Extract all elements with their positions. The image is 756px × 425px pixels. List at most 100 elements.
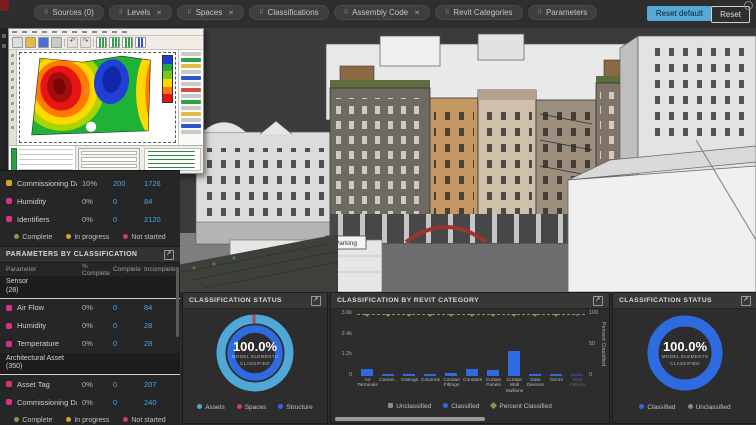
reset-button[interactable]: Reset: [711, 6, 750, 23]
folder-icon[interactable]: [25, 37, 36, 48]
contour-app-window[interactable]: ↶ ↷: [8, 28, 204, 174]
y2-tick: 0: [589, 372, 592, 378]
percent-marker: [469, 314, 475, 317]
classification-status-panel-left: CLASSIFICATION STATUS ↗ 100.0% MODEL ELE…: [182, 292, 328, 424]
popout-icon[interactable]: ↗: [311, 296, 321, 306]
report-console[interactable]: [144, 148, 201, 171]
bar-conduits[interactable]: [466, 369, 478, 376]
popout-icon[interactable]: ↗: [164, 250, 174, 260]
bar-duct-fittings[interactable]: [571, 374, 583, 376]
bar-data-devices[interactable]: [529, 374, 541, 376]
bar-curtain-panels[interactable]: [487, 370, 499, 376]
table-row[interactable]: Humidity0%084: [0, 192, 180, 210]
popout-icon[interactable]: ↗: [593, 296, 603, 306]
tab-label: Parameters: [546, 8, 587, 17]
object-item[interactable]: [181, 88, 201, 92]
undo-icon[interactable]: ↶: [67, 37, 78, 48]
vertical-scrollbar[interactable]: [176, 267, 179, 337]
tab-sources-0-[interactable]: ⠿Sources (0): [34, 5, 104, 20]
table-row[interactable]: Commissioning Date0%0240: [0, 393, 180, 411]
grid-data-icon[interactable]: [135, 37, 146, 48]
tab-revit-categories[interactable]: ⠿Revit Categories: [435, 5, 523, 20]
object-item[interactable]: [181, 76, 201, 80]
bar-casew-[interactable]: [382, 374, 394, 376]
panel-title: CLASSIFICATION BY REVIT CATEGORY: [337, 297, 479, 304]
object-item[interactable]: [181, 70, 201, 74]
object-item[interactable]: [181, 58, 201, 62]
percent-marker: [427, 314, 433, 317]
reset-default-button[interactable]: Reset default: [647, 6, 712, 21]
table-row[interactable]: Temperature0%028: [0, 335, 180, 353]
table-row[interactable]: Identifiers0%02120: [0, 210, 180, 228]
tab-levels[interactable]: ⠿Levels✕: [109, 5, 172, 20]
new-icon[interactable]: [12, 37, 23, 48]
object-item[interactable]: [181, 124, 201, 128]
group-row[interactable]: Sensor(28): [0, 276, 180, 299]
object-item[interactable]: [181, 82, 201, 86]
home-icon[interactable]: ⌂: [696, 36, 704, 51]
table-row[interactable]: Commissioning Date10%2001726: [0, 174, 180, 192]
drag-handle-icon: ⠿: [119, 9, 123, 16]
status-icon[interactable]: [744, 1, 753, 10]
drag-handle-icon: ⠿: [538, 9, 542, 16]
close-icon[interactable]: ✕: [156, 9, 162, 17]
object-manager-panel[interactable]: [179, 50, 203, 145]
object-item[interactable]: [181, 130, 201, 134]
table-row[interactable]: Humidity0%028: [0, 317, 180, 335]
bar-conduit-fittings[interactable]: [445, 373, 457, 376]
x-axis-label: Ceilings: [399, 378, 420, 394]
close-icon[interactable]: ✕: [414, 9, 420, 17]
tab-spaces[interactable]: ⠿Spaces✕: [177, 5, 244, 20]
percent-marker: [574, 314, 580, 317]
chart-legend: AssetsSpacesStructure: [183, 397, 327, 417]
bar-columns[interactable]: [424, 374, 436, 376]
tab-parameters[interactable]: ⠿ Parameters: [528, 5, 598, 20]
legend-dot: [443, 403, 448, 408]
legend-item: Classified: [639, 404, 675, 411]
object-item[interactable]: [181, 106, 201, 110]
print-icon[interactable]: [51, 37, 62, 48]
row-label: Temperature: [17, 339, 77, 348]
bar-air-terminals[interactable]: [361, 369, 373, 376]
object-item[interactable]: [181, 112, 201, 116]
contour-map-icon[interactable]: [122, 37, 133, 48]
group-row[interactable]: Architectural Asset(350): [0, 353, 180, 376]
menu-bar[interactable]: [9, 29, 203, 36]
toolbar: ↶ ↷: [9, 36, 203, 50]
colorbar-segment: [163, 94, 172, 102]
row-label: Air Flow: [17, 303, 77, 312]
mini-dialog[interactable]: [78, 148, 140, 171]
bar-ceilings[interactable]: [403, 374, 415, 376]
popout-icon[interactable]: ↗: [741, 296, 751, 306]
x-axis-label: Duct Fittings: [567, 378, 585, 394]
object-item[interactable]: [181, 52, 201, 56]
percent-marker: [532, 314, 538, 317]
legend-dot: [278, 404, 283, 409]
row-complete: 0: [113, 303, 139, 312]
close-icon[interactable]: ✕: [228, 9, 234, 17]
status-dot: [6, 381, 12, 387]
object-item[interactable]: [181, 118, 201, 122]
bar-curtain-wall-mullions[interactable]: [508, 351, 520, 376]
tab-classifications[interactable]: ⠿Classifications: [249, 5, 329, 20]
row-percent: 0%: [82, 197, 108, 206]
object-item[interactable]: [181, 64, 201, 68]
property-grid[interactable]: [9, 146, 76, 173]
table-row[interactable]: Asset Tag0%0207: [0, 375, 180, 393]
contour-map-icon[interactable]: [96, 37, 107, 48]
bar-doors[interactable]: [550, 374, 562, 376]
legend-label: Structure: [286, 404, 312, 411]
tab-assembly-code[interactable]: ⠿Assembly Code✕: [334, 5, 430, 20]
horizontal-scrollbar[interactable]: [335, 417, 485, 421]
plot-canvas[interactable]: [17, 50, 179, 145]
save-icon[interactable]: [38, 37, 49, 48]
legend-dot: [66, 417, 71, 422]
object-item[interactable]: [181, 94, 201, 98]
table-row[interactable]: Air Flow0%084: [0, 299, 180, 317]
redo-icon[interactable]: ↷: [80, 37, 91, 48]
object-item[interactable]: [181, 100, 201, 104]
bar-slot: [483, 314, 504, 376]
legend-item: In progress: [66, 417, 109, 424]
left-tool-strip[interactable]: [9, 50, 17, 145]
contour-map-icon[interactable]: [109, 37, 120, 48]
